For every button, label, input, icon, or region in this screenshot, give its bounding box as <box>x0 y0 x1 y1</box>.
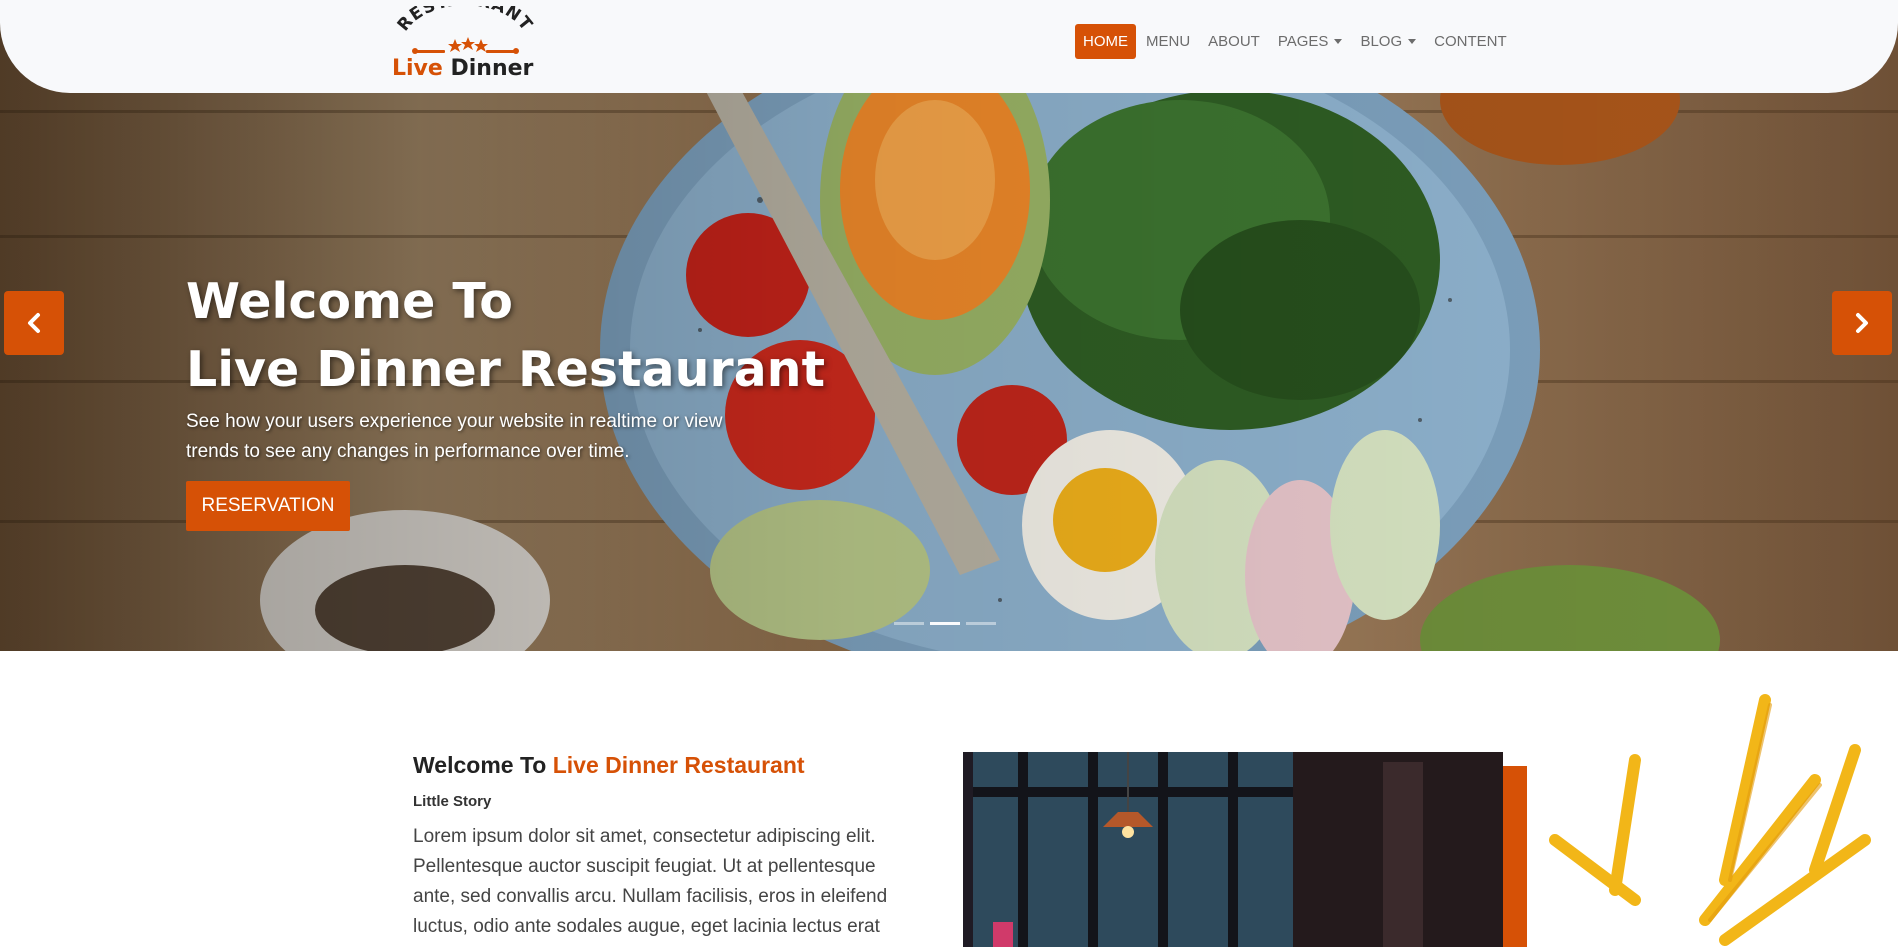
nav-home-label: HOME <box>1083 33 1128 50</box>
fork-knife-icon <box>412 48 519 54</box>
slider-prev-button[interactable] <box>4 291 64 355</box>
navbar: RESTAURANT Live Dinner HOME MENU A <box>0 0 1898 93</box>
restaurant-interior-illustration <box>963 752 1503 947</box>
logo-name: Dinner <box>450 56 534 81</box>
restaurant-interior-image <box>963 752 1503 947</box>
svg-text:RESTAURANT: RESTAURANT <box>394 6 537 35</box>
about-text: Lorem ipsum dolor sit amet, consectetur … <box>413 826 888 937</box>
nav-content-label: CONTENT <box>1434 33 1507 50</box>
hero-title-line-2: Live Dinner Restaurant <box>186 341 825 398</box>
logo-arc-text: RESTAURANT <box>394 0 536 35</box>
caret-down-icon <box>1334 39 1343 44</box>
about-title-accent: Live Dinner Restaurant <box>552 752 805 778</box>
nav-pages-label: PAGES <box>1277 33 1329 50</box>
about-title: Welcome To Live Dinner Restaurant <box>413 752 805 779</box>
slide-indicator-2[interactable] <box>930 622 960 625</box>
main-nav: HOME MENU ABOUT PAGES BLOG CONTENT <box>1075 24 1515 59</box>
logo-name-accent: Live <box>392 56 443 81</box>
logo[interactable]: RESTAURANT Live Dinner <box>390 0 540 86</box>
hero-title-line-1: Welcome To <box>186 273 513 330</box>
fries-decoration <box>1549 694 1871 946</box>
slider-next-button[interactable] <box>1832 291 1892 355</box>
photo-accent-bar <box>1500 766 1527 947</box>
hero-subtitle: See how your users experience your websi… <box>186 411 723 462</box>
slide-indicator-1[interactable] <box>894 622 924 625</box>
nav-about[interactable]: ABOUT <box>1200 24 1268 59</box>
about-subtitle: Little Story <box>413 793 492 810</box>
nav-blog-dropdown[interactable]: BLOG <box>1352 24 1424 59</box>
reservation-button[interactable]: RESERVATION <box>186 481 350 531</box>
chevron-left-icon <box>28 313 40 333</box>
slider-indicators <box>894 622 996 625</box>
nav-about-label: ABOUT <box>1208 33 1260 50</box>
nav-content[interactable]: CONTENT <box>1426 24 1515 59</box>
slide-indicator-3[interactable] <box>966 622 996 625</box>
hero-title: Welcome To Live Dinner Restaurant <box>186 268 825 404</box>
nav-home[interactable]: HOME <box>1075 24 1136 59</box>
nav-blog-label: BLOG <box>1360 33 1403 50</box>
chevron-right-icon <box>1856 313 1868 333</box>
caret-down-icon <box>1408 39 1417 44</box>
nav-pages-dropdown[interactable]: PAGES <box>1270 24 1351 59</box>
hero-slider: Welcome To Live Dinner Restaurant See ho… <box>0 0 1898 651</box>
about-title-prefix: Welcome To <box>413 752 547 778</box>
nav-menu-label: MENU <box>1146 33 1191 50</box>
star-icon <box>448 37 488 52</box>
nav-menu[interactable]: MENU <box>1138 24 1198 59</box>
